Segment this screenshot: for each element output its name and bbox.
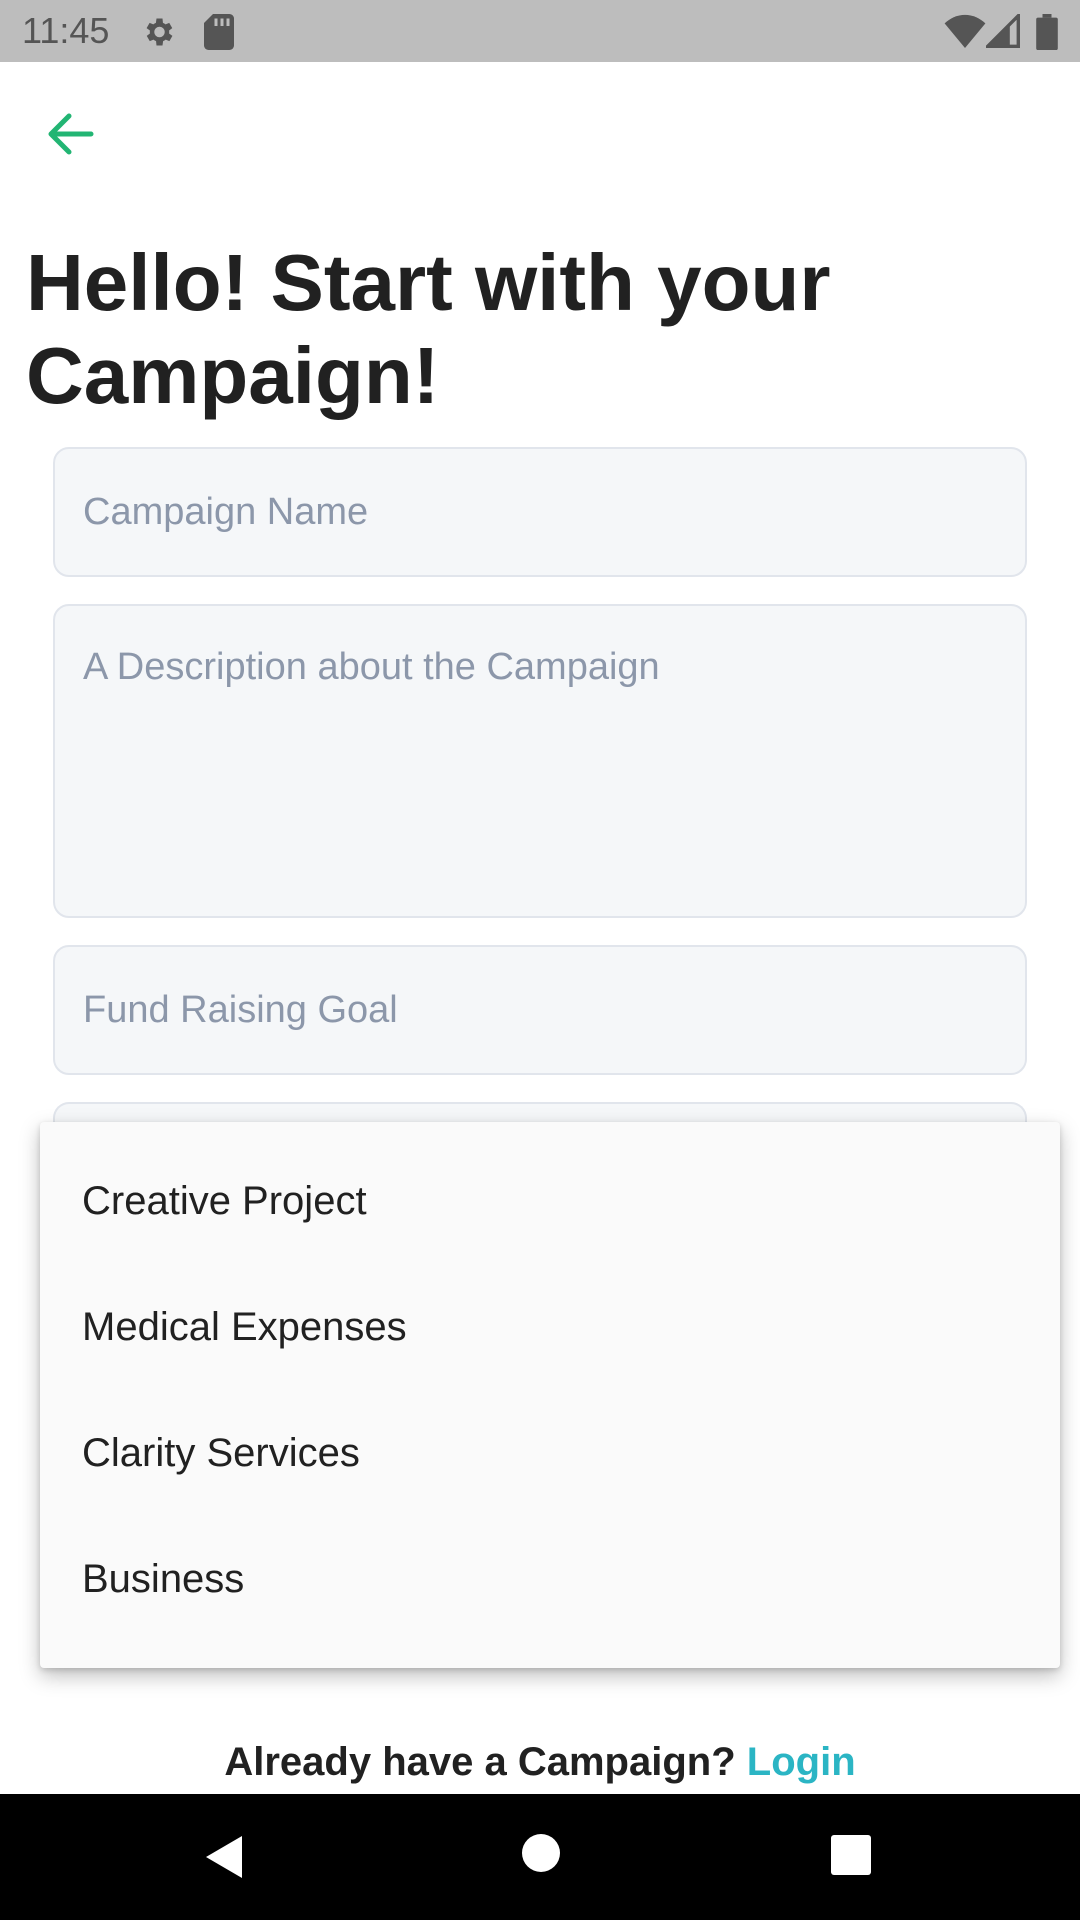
- nav-home-icon[interactable]: [520, 1832, 562, 1879]
- page-title: Hello! Start with your Campaign!: [26, 238, 831, 420]
- status-bar: 11:45: [0, 0, 1080, 62]
- fund-raising-goal-input[interactable]: [53, 945, 1027, 1075]
- campaign-description-input[interactable]: [53, 604, 1027, 918]
- dropdown-option-business[interactable]: Business: [40, 1516, 1060, 1642]
- login-link[interactable]: Login: [747, 1740, 856, 1784]
- settings-icon: [140, 14, 176, 55]
- dropdown-option-clarity-services[interactable]: Clarity Services: [40, 1390, 1060, 1516]
- back-button[interactable]: [40, 108, 100, 164]
- dropdown-option-creative-project[interactable]: Creative Project: [40, 1138, 1060, 1264]
- battery-icon: [1036, 14, 1058, 55]
- arrow-left-icon: [45, 112, 95, 161]
- sd-card-icon: [204, 14, 234, 55]
- navigation-bar: [0, 1794, 1080, 1920]
- login-prompt-text: Already have a Campaign?: [224, 1740, 736, 1784]
- category-dropdown-menu: Creative Project Medical Expenses Clarit…: [40, 1122, 1060, 1668]
- signal-icon: [983, 11, 1020, 53]
- nav-back-icon[interactable]: [200, 1832, 250, 1887]
- status-time: 11:45: [22, 10, 110, 51]
- wifi-icon: [944, 14, 986, 53]
- nav-recents-icon[interactable]: [830, 1834, 872, 1881]
- campaign-name-input[interactable]: [53, 447, 1027, 577]
- dropdown-option-medical-expenses[interactable]: Medical Expenses: [40, 1264, 1060, 1390]
- login-prompt: Already have a Campaign? Login: [0, 1740, 1080, 1785]
